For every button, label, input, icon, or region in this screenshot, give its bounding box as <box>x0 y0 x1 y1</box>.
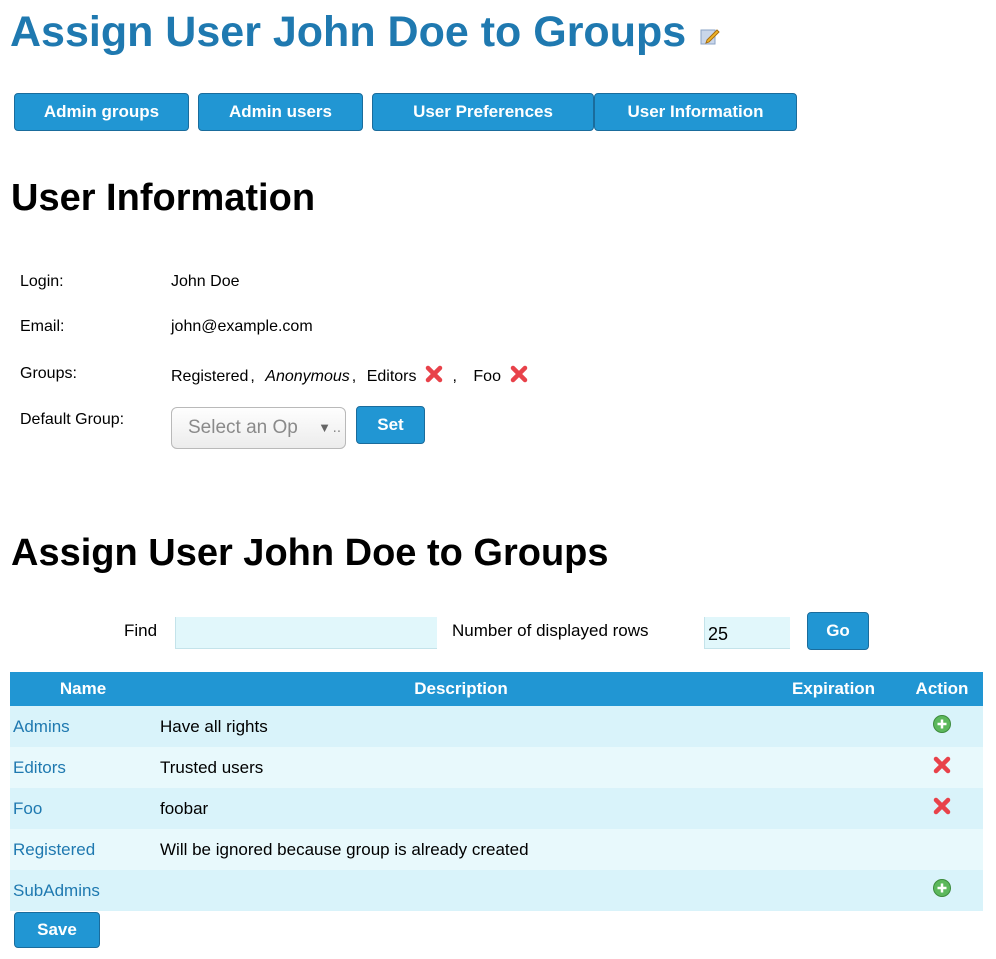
user-information-button[interactable]: User Information <box>594 93 797 131</box>
description-cell: Will be ignored because group is already… <box>156 829 766 870</box>
description-cell: Trusted users <box>156 747 766 788</box>
group-separator: , <box>250 367 255 385</box>
group-link[interactable]: Admins <box>10 717 70 736</box>
description-cell: foobar <box>156 788 766 829</box>
group-name-cell: Foo <box>10 788 156 829</box>
action-cell <box>901 747 983 788</box>
find-label: Find <box>124 621 158 640</box>
email-label: Email: <box>20 318 65 335</box>
expiration-cell <box>766 747 901 788</box>
group-link[interactable]: Registered <box>10 840 95 859</box>
column-header-name[interactable]: Name <box>10 672 156 706</box>
select-ellipsis: .. <box>332 419 341 436</box>
admin-groups-button[interactable]: Admin groups <box>14 93 189 131</box>
groups-table: Name Description Expiration Action Admin… <box>10 672 983 911</box>
group-name: Registered <box>171 367 249 385</box>
page-title: Assign User John Doe to Groups <box>10 6 720 58</box>
group-separator: , <box>452 367 457 385</box>
groups-label: Groups: <box>20 365 77 382</box>
description-cell: Have all rights <box>156 706 766 747</box>
action-cell <box>901 870 983 911</box>
dropdown-arrow-icon: ▼ <box>318 420 331 435</box>
user-preferences-button[interactable]: User Preferences <box>372 93 594 131</box>
select-placeholder: Select an Op <box>188 417 298 438</box>
default-group-select[interactable]: Select an Op ▼ .. <box>171 407 346 449</box>
admin-users-button[interactable]: Admin users <box>198 93 363 131</box>
table-row: SubAdmins <box>10 870 983 911</box>
group-link[interactable]: Editors <box>10 758 66 777</box>
column-header-expiration[interactable]: Expiration <box>766 672 901 706</box>
group-name-cell: Admins <box>10 706 156 747</box>
find-input[interactable] <box>175 617 437 649</box>
assign-groups-heading: Assign User John Doe to Groups <box>11 532 609 574</box>
group-name: Foo <box>473 367 501 385</box>
expiration-cell <box>766 870 901 911</box>
save-button[interactable]: Save <box>14 912 100 948</box>
group-separator: , <box>351 367 357 385</box>
remove-group-icon[interactable] <box>424 364 444 389</box>
expiration-cell <box>766 788 901 829</box>
column-header-description[interactable]: Description <box>156 672 766 706</box>
group-link[interactable]: Foo <box>10 799 42 818</box>
expiration-cell <box>766 829 901 870</box>
action-cell <box>901 829 983 870</box>
group-link[interactable]: SubAdmins <box>10 881 100 900</box>
group-name-cell: Registered <box>10 829 156 870</box>
go-button[interactable]: Go <box>807 612 869 650</box>
group-editors: Editors <box>367 364 445 389</box>
description-cell <box>156 870 766 911</box>
group-anonymous: Anonymous <box>265 368 350 386</box>
group-foo: Foo <box>473 364 529 389</box>
rows-count-input[interactable] <box>704 617 790 649</box>
set-default-group-button[interactable]: Set <box>356 406 425 444</box>
remove-group-icon[interactable] <box>932 756 952 779</box>
login-label: Login: <box>20 273 64 290</box>
action-cell <box>901 788 983 829</box>
table-row: Foo foobar <box>10 788 983 829</box>
rows-label: Number of displayed rows <box>452 621 649 640</box>
add-group-icon[interactable] <box>932 879 952 902</box>
expiration-cell <box>766 706 901 747</box>
table-row: Editors Trusted users <box>10 747 983 788</box>
remove-group-icon[interactable] <box>932 797 952 820</box>
user-groups-list: Registered, Anonymous, Editors, Foo <box>171 364 529 389</box>
group-name-cell: Editors <box>10 747 156 788</box>
login-value: John Doe <box>171 273 240 290</box>
edit-pencil-icon[interactable] <box>700 6 720 58</box>
default-group-label: Default Group: <box>20 411 125 428</box>
column-header-action: Action <box>901 672 983 706</box>
remove-group-icon[interactable] <box>509 364 529 389</box>
action-cell <box>901 706 983 747</box>
table-header-row: Name Description Expiration Action <box>10 672 983 706</box>
group-name: Anonymous <box>265 367 350 385</box>
table-row: Admins Have all rights <box>10 706 983 747</box>
email-value: john@example.com <box>171 318 313 335</box>
table-row: Registered Will be ignored because group… <box>10 829 983 870</box>
group-registered: Registered <box>171 368 248 386</box>
user-information-heading: User Information <box>11 177 316 219</box>
group-name-cell: SubAdmins <box>10 870 156 911</box>
page-title-text: Assign User John Doe to Groups <box>10 8 687 56</box>
group-name: Editors <box>366 367 417 385</box>
add-group-icon[interactable] <box>932 715 952 738</box>
